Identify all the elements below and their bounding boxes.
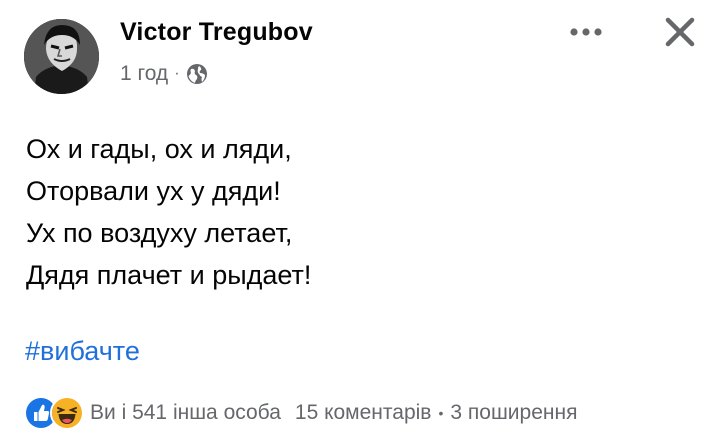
close-button[interactable] bbox=[660, 12, 700, 52]
reactions-text: Ви і 541 інша особа bbox=[90, 401, 281, 424]
author-name[interactable]: Victor Tregubov bbox=[120, 18, 313, 47]
post-line: Дядя плачет и рыдает! bbox=[26, 260, 312, 290]
post-footer: Ви і 541 інша особа 15 коментарів • 3 по… bbox=[24, 396, 714, 430]
avatar-image bbox=[24, 19, 99, 94]
more-dots-icon bbox=[570, 28, 602, 36]
hashtag-link[interactable]: #вибачте bbox=[25, 336, 140, 367]
avatar[interactable] bbox=[24, 19, 99, 94]
meta-separator: · bbox=[174, 65, 180, 82]
post-line: Оторвали ух у дяди! bbox=[26, 176, 281, 206]
reactions-summary[interactable]: Ви і 541 інша особа bbox=[24, 396, 281, 430]
more-options-button[interactable] bbox=[566, 16, 606, 48]
shares-count[interactable]: 3 поширення bbox=[450, 401, 577, 425]
haha-icon bbox=[50, 396, 84, 430]
globe-icon[interactable] bbox=[186, 63, 208, 85]
comments-count[interactable]: 15 коментарів bbox=[295, 401, 432, 425]
close-icon bbox=[665, 17, 695, 47]
post-meta: 1 год · bbox=[120, 62, 208, 86]
post-line: Ох и гады, ох и ляди, bbox=[26, 134, 292, 164]
post-card: Victor Tregubov 1 год · Ох и гады, ох и … bbox=[0, 0, 719, 445]
post-text: Ох и гады, ох и ляди, Оторвали ух у дяди… bbox=[26, 128, 311, 296]
footer-separator: • bbox=[438, 405, 444, 421]
post-time[interactable]: 1 год bbox=[120, 62, 168, 86]
post-line: Ух по воздуху летает, bbox=[26, 218, 293, 248]
